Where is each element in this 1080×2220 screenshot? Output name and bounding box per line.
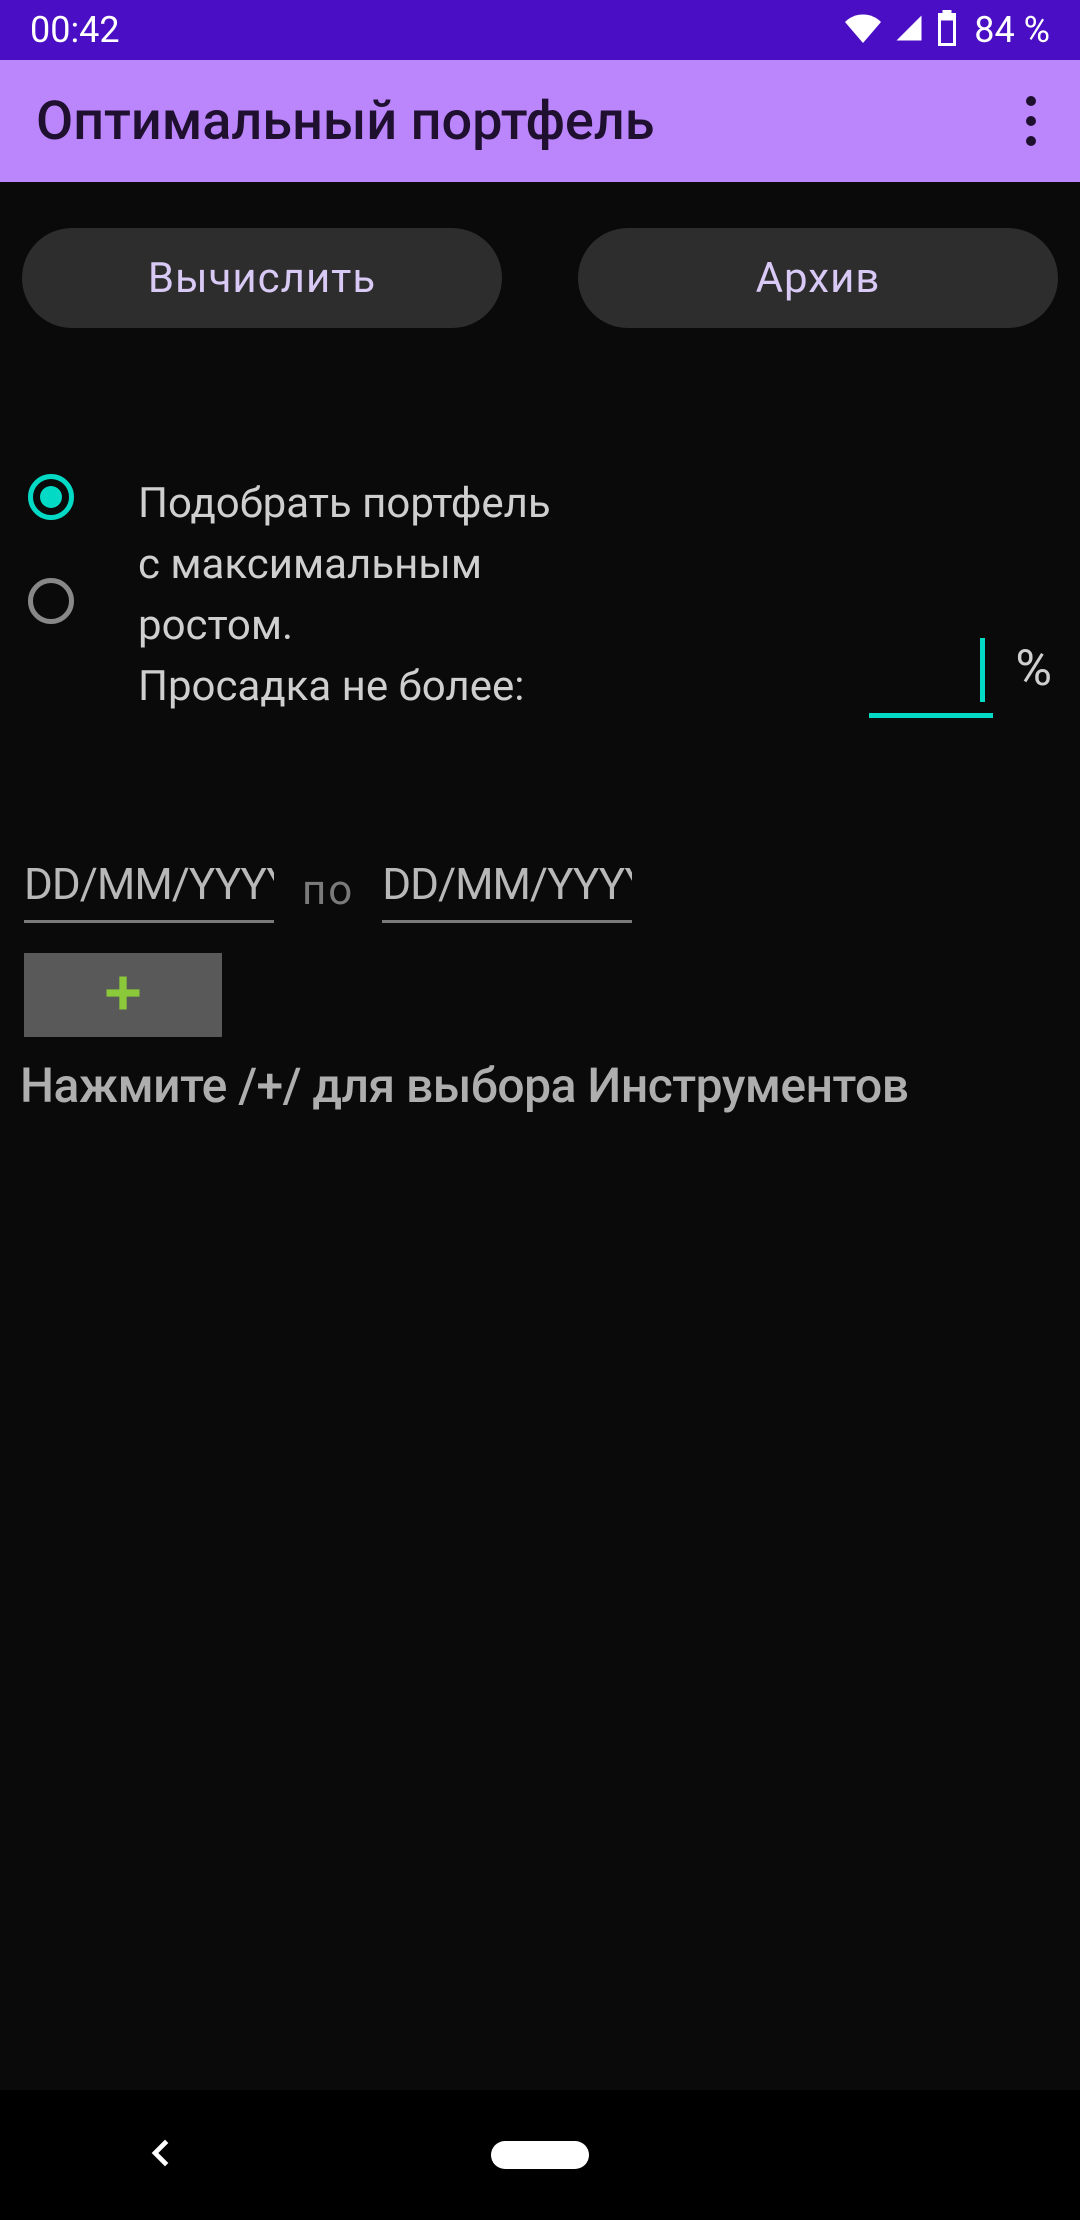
main-content: Вычислить Архив Подобрать портфель с мак… <box>0 182 1080 2090</box>
date-to-input[interactable] <box>382 858 632 923</box>
plus-icon <box>101 958 145 1031</box>
overflow-menu-icon[interactable] <box>1018 88 1044 154</box>
add-instrument-hint: Нажмите /+/ для выбора Инструментов <box>20 1037 1060 1114</box>
compute-button[interactable]: Вычислить <box>22 228 502 328</box>
radio-section: Подобрать портфель с максимальным ростом… <box>20 354 1060 718</box>
percent-input-wrap: % <box>869 564 1052 718</box>
drawdown-percent-input[interactable] <box>869 634 993 718</box>
radio-content: Подобрать портфель с максимальным ростом… <box>138 474 1052 718</box>
app-bar: Оптимальный портфель <box>0 60 1080 182</box>
signal-icon <box>892 13 926 47</box>
navigation-bar <box>0 2090 1080 2220</box>
radio-option-2[interactable] <box>28 578 74 624</box>
status-bar: 00:42 84 % <box>0 0 1080 60</box>
date-from-input[interactable] <box>24 858 274 923</box>
nav-home-pill[interactable] <box>491 2141 589 2169</box>
date-range-row: по <box>20 718 1060 923</box>
nav-back-icon[interactable] <box>140 2133 180 2177</box>
wifi-icon <box>844 13 882 47</box>
app-title: Оптимальный портфель <box>36 90 655 153</box>
radio-option-1-text: Подобрать портфель с максимальным ростом… <box>138 474 869 718</box>
battery-percent: 84 % <box>974 9 1050 51</box>
date-range-separator: по <box>302 866 354 915</box>
battery-icon <box>936 10 958 50</box>
archive-button[interactable]: Архив <box>578 228 1058 328</box>
action-buttons-row: Вычислить Архив <box>20 202 1060 354</box>
radio-option-max-growth[interactable] <box>28 474 74 520</box>
percent-sign: % <box>1015 640 1052 698</box>
status-indicators: 84 % <box>844 9 1050 51</box>
status-time: 00:42 <box>30 9 120 51</box>
add-instrument-button[interactable] <box>24 953 222 1037</box>
radio-group <box>28 474 74 718</box>
